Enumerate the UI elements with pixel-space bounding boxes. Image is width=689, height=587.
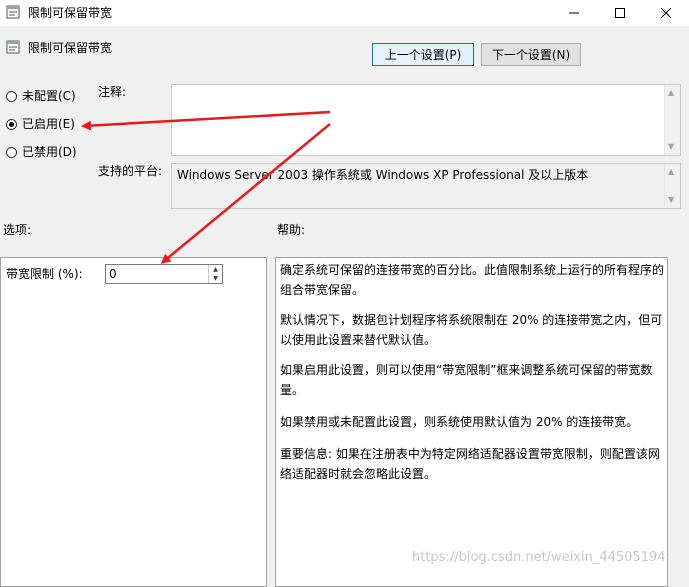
watermark: https://blog.csdn.net/weixin_44505194 [412, 550, 666, 565]
help-paragraph: 如果启用此设置，则可以使用“带宽限制”框来调整系统可保留的带宽数量。 [280, 363, 653, 397]
bandwidth-limit-label: 带宽限制 (%): [6, 267, 83, 281]
options-label: 选项: [3, 223, 32, 237]
spin-down-icon[interactable]: ▼ [209, 274, 222, 283]
next-setting-button[interactable]: 下一个设置(N) [481, 43, 581, 66]
radio-label: 已启用(E) [22, 117, 75, 131]
window-title: 限制可保留带宽 [28, 6, 113, 20]
spin-up-icon[interactable]: ▲ [209, 265, 222, 274]
comment-label: 注释: [98, 85, 127, 99]
radio-label: 已禁用(D) [22, 145, 77, 159]
comment-textarea[interactable]: ▲ ▼ [171, 84, 681, 156]
minimize-button[interactable] [551, 0, 597, 26]
platform-label: 支持的平台: [98, 164, 163, 178]
radio-selected-dot [9, 121, 14, 127]
scroll-down-icon[interactable]: ▼ [668, 142, 674, 152]
close-icon [661, 8, 671, 18]
radio-circle[interactable] [6, 90, 17, 102]
platform-scrollbar[interactable]: ▲ ▼ [664, 164, 680, 208]
scroll-up-icon[interactable]: ▲ [668, 88, 674, 98]
radio-not-configured[interactable]: 未配置(C) [6, 88, 76, 104]
radio-enabled[interactable]: 已启用(E) [6, 116, 75, 132]
bandwidth-limit-value[interactable]: 0 [109, 266, 117, 282]
help-label: 帮助: [277, 223, 306, 237]
scroll-up-icon[interactable]: ▲ [668, 167, 674, 177]
minimize-icon [569, 12, 579, 14]
help-paragraph: 重要信息: 如果在注册表中为特定网络适配器设置带宽限制，则配置该网络适配器时就会… [280, 447, 660, 481]
platform-textbox: Windows Server 2003 操作系统或 Windows XP Pro… [171, 163, 681, 209]
close-button[interactable] [643, 0, 689, 26]
scroll-down-icon[interactable]: ▼ [668, 195, 674, 205]
policy-icon [6, 40, 20, 54]
radio-disabled[interactable]: 已禁用(D) [6, 144, 77, 160]
previous-setting-button[interactable]: 上一个设置(P) [372, 43, 474, 66]
bandwidth-limit-spinbox[interactable]: 0 ▲ ▼ [105, 264, 223, 284]
help-paragraph: 默认情况下，数据包计划程序将系统限制在 20% 的连接带宽之内，但可以使用此设置… [280, 313, 663, 347]
radio-circle[interactable] [6, 146, 17, 158]
maximize-button[interactable] [597, 0, 643, 26]
policy-icon [6, 5, 20, 19]
platform-value: Windows Server 2003 操作系统或 Windows XP Pro… [177, 168, 589, 182]
radio-label: 未配置(C) [22, 89, 76, 103]
comment-scrollbar[interactable]: ▲ ▼ [664, 85, 680, 155]
options-pane [0, 257, 267, 587]
maximize-icon [615, 8, 625, 18]
setting-title: 限制可保留带宽 [28, 41, 113, 55]
help-paragraph: 确定系统可保留的连接带宽的百分比。此值限制系统上运行的所有程序的组合带宽保留。 [280, 263, 665, 297]
help-paragraph: 如果禁用或未配置此设置，则系统使用默认值为 20% 的连接带宽。 [280, 415, 639, 429]
help-scrollbar[interactable] [668, 257, 687, 587]
radio-circle[interactable] [6, 118, 17, 130]
help-pane: 确定系统可保留的连接带宽的百分比。此值限制系统上运行的所有程序的组合带宽保留。 … [275, 257, 668, 587]
